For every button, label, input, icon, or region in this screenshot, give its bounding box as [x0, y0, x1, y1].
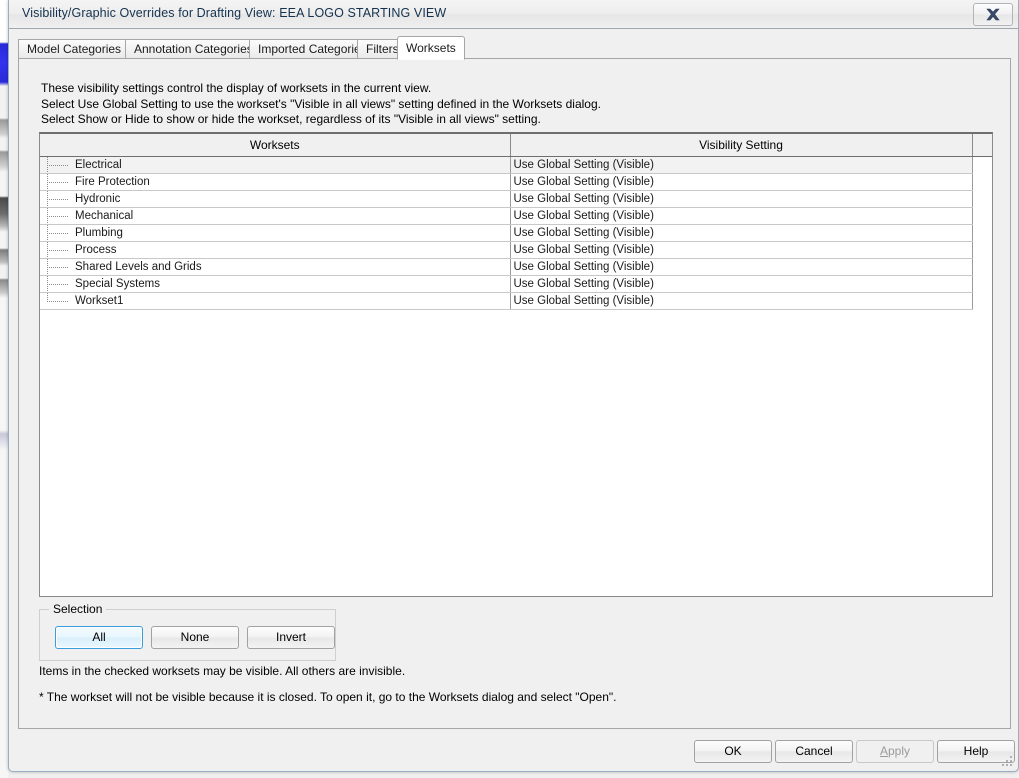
workset-name-cell[interactable]: Special Systems — [40, 275, 511, 293]
table-row[interactable]: Fire Protection Use Global Setting (Visib… — [40, 173, 992, 191]
worksets-table-body: Electrical Use Global Setting (Visible) Fi… — [40, 156, 992, 310]
table-row[interactable]: Mechanical Use Global Setting (Visible) — [40, 207, 992, 225]
workset-name-cell[interactable]: Plumbing — [40, 224, 511, 242]
visibility-setting-cell[interactable]: Use Global Setting (Visible) — [510, 156, 973, 174]
column-header-visibility-setting[interactable]: Visibility Setting — [510, 134, 973, 157]
visibility-setting-label: Use Global Setting (Visible) — [513, 278, 654, 290]
visibility-setting-cell[interactable]: Use Global Setting (Visible) — [510, 292, 973, 310]
tab-model-categories[interactable]: Model Categories — [18, 39, 131, 59]
workset-name-label: Workset1 — [75, 295, 124, 308]
visibility-setting-label: Use Global Setting (Visible) — [513, 193, 654, 205]
close-glyph — [986, 8, 1000, 21]
selection-group-label: Selection — [49, 602, 107, 616]
visibility-setting-cell[interactable]: Use Global Setting (Visible) — [510, 275, 973, 293]
workset-name-cell[interactable]: Hydronic — [40, 190, 511, 208]
visibility-setting-label: Use Global Setting (Visible) — [513, 159, 654, 171]
tree-branch-icon — [43, 225, 73, 241]
workset-name-label: Electrical — [75, 159, 122, 172]
workset-name-cell[interactable]: Mechanical — [40, 207, 511, 225]
resize-grip-icon[interactable] — [1001, 756, 1014, 769]
table-row[interactable]: Special Systems Use Global Setting (Visib… — [40, 275, 992, 293]
table-row[interactable]: Hydronic Use Global Setting (Visible) — [40, 190, 992, 208]
visibility-setting-label: Use Global Setting (Visible) — [513, 295, 654, 307]
workset-name-label: Mechanical — [75, 210, 134, 223]
tab-annotation-categories[interactable]: Annotation Categories — [125, 39, 262, 59]
workset-name-label: Plumbing — [75, 227, 123, 240]
row-spacer-cell — [972, 224, 992, 242]
table-header-row: Worksets Visibility Setting — [40, 134, 992, 157]
select-all-button[interactable]: All — [55, 626, 143, 649]
tree-branch-icon — [43, 157, 73, 173]
apply-mnemonic: A — [879, 744, 888, 758]
workset-name-cell[interactable]: Process — [40, 241, 511, 259]
intro-line-3: Select Show or Hide to show or hide the … — [41, 112, 541, 126]
workset-name-label: Shared Levels and Grids — [75, 261, 202, 274]
row-spacer-cell — [972, 275, 992, 293]
row-spacer-cell — [972, 258, 992, 276]
row-spacer-cell — [972, 292, 992, 310]
closed-workset-note: * The workset will not be visible becaus… — [39, 690, 617, 704]
worksets-table-container[interactable]: Worksets Visibility Setting Electrical Us… — [39, 132, 993, 597]
column-header-spacer — [972, 134, 992, 157]
workset-name-label: Process — [75, 244, 117, 257]
visibility-setting-label: Use Global Setting (Visible) — [513, 261, 654, 273]
tree-branch-icon — [43, 208, 73, 224]
visibility-setting-label: Use Global Setting (Visible) — [513, 176, 654, 188]
row-spacer-cell — [972, 241, 992, 259]
visibility-setting-cell[interactable]: Use Global Setting (Visible) — [510, 224, 973, 242]
workset-name-label: Fire Protection — [75, 176, 150, 189]
dialog-footer: OK Cancel Apply Help — [9, 733, 1018, 772]
column-header-worksets[interactable]: Worksets — [40, 134, 511, 157]
tree-branch-icon — [43, 174, 73, 190]
visibility-setting-label: Use Global Setting (Visible) — [513, 244, 654, 256]
visibility-setting-label: Use Global Setting (Visible) — [513, 210, 654, 222]
tab-strip: Model Categories Annotation Categories I… — [18, 36, 1011, 60]
checked-worksets-note: Items in the checked worksets may be vis… — [39, 664, 406, 678]
visibility-graphic-overrides-dialog: Visibility/Graphic Overrides for Draftin… — [8, 0, 1019, 772]
visibility-setting-cell[interactable]: Use Global Setting (Visible) — [510, 241, 973, 259]
table-row[interactable]: Shared Levels and Grids Use Global Settin… — [40, 258, 992, 276]
table-row[interactable]: Workset1 Use Global Setting (Visible) — [40, 292, 992, 310]
tree-branch-icon — [43, 276, 73, 292]
table-row[interactable]: Electrical Use Global Setting (Visible) — [40, 156, 992, 174]
visibility-setting-cell[interactable]: Use Global Setting (Visible) — [510, 258, 973, 276]
workset-name-cell[interactable]: Fire Protection — [40, 173, 511, 191]
ok-button[interactable]: OK — [694, 740, 772, 763]
workset-name-cell[interactable]: Workset1 — [40, 292, 511, 310]
workset-name-cell[interactable]: Electrical — [40, 156, 511, 174]
row-spacer-cell — [972, 156, 992, 174]
tab-worksets[interactable]: Worksets — [397, 36, 465, 60]
background-app-strip — [0, 0, 8, 778]
apply-button: Apply — [856, 740, 934, 763]
workset-name-label: Hydronic — [75, 193, 121, 206]
table-row[interactable]: Plumbing Use Global Setting (Visible) — [40, 224, 992, 242]
visibility-setting-cell[interactable]: Use Global Setting (Visible) — [510, 207, 973, 225]
row-spacer-cell — [972, 207, 992, 225]
select-none-button[interactable]: None — [151, 626, 239, 649]
worksets-tab-panel: These visibility settings control the di… — [18, 58, 1011, 729]
table-row[interactable]: Process Use Global Setting (Visible) — [40, 241, 992, 259]
apply-rest: pply — [888, 744, 911, 758]
intro-line-1: These visibility settings control the di… — [41, 81, 432, 95]
worksets-table: Worksets Visibility Setting Electrical Us… — [40, 134, 992, 310]
row-spacer-cell — [972, 173, 992, 191]
intro-line-2: Select Use Global Setting to use the wor… — [41, 96, 601, 111]
cancel-button[interactable]: Cancel — [775, 740, 853, 763]
selection-group-box: Selection All None Invert — [39, 602, 336, 661]
select-invert-button[interactable]: Invert — [247, 626, 335, 649]
tree-branch-icon — [43, 242, 73, 258]
visibility-setting-label: Use Global Setting (Visible) — [513, 227, 654, 239]
workset-name-label: Special Systems — [75, 278, 161, 291]
visibility-setting-cell[interactable]: Use Global Setting (Visible) — [510, 173, 973, 191]
title-bar: Visibility/Graphic Overrides for Draftin… — [9, 0, 1018, 29]
intro-text-block: These visibility settings control the di… — [41, 81, 601, 128]
window-title: Visibility/Graphic Overrides for Draftin… — [22, 6, 447, 20]
row-spacer-cell — [972, 190, 992, 208]
workset-name-cell[interactable]: Shared Levels and Grids — [40, 258, 511, 276]
tree-branch-icon — [43, 191, 73, 207]
visibility-setting-cell[interactable]: Use Global Setting (Visible) — [510, 190, 973, 208]
close-icon[interactable] — [973, 3, 1013, 26]
tree-branch-icon — [43, 259, 73, 275]
tree-branch-icon — [43, 293, 73, 309]
